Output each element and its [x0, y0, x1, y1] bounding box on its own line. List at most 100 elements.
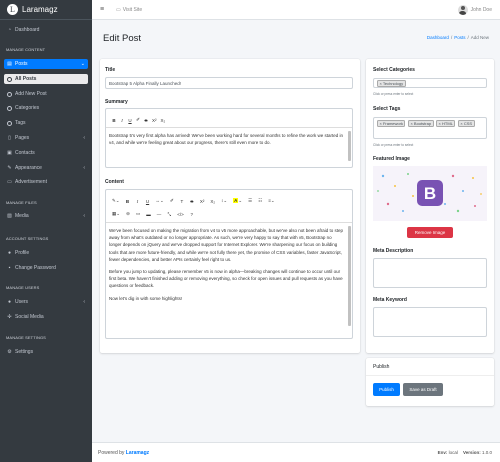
breadcrumb-dashboard[interactable]: Dashboard	[427, 35, 449, 40]
tag-item[interactable]: × HTML	[436, 120, 456, 127]
avatar	[457, 4, 468, 15]
font-family-icon[interactable]: ↔⌄	[156, 198, 164, 204]
footer: Powered by Laramagz Env: local Version: …	[92, 442, 500, 462]
featured-image-label: Featured Image	[373, 156, 410, 162]
summary-text[interactable]: Bootstrap 5's very first alpha has arriv…	[109, 132, 345, 146]
content-label: Content	[105, 179, 124, 185]
image-icon[interactable]: ▭	[136, 211, 140, 217]
menu-toggle-icon[interactable]: ≡	[100, 6, 104, 13]
subscript-icon[interactable]: X₂	[210, 199, 215, 204]
brand-link[interactable]: L Laramagz	[0, 0, 92, 20]
sidebar-item-dashboard[interactable]: ◔ Dashboard	[4, 25, 88, 35]
footer-brand-link[interactable]: Laramagz	[126, 450, 149, 456]
underline-icon[interactable]: U	[146, 199, 150, 204]
tag-item[interactable]: × Framework	[377, 120, 406, 127]
sidebar-item-appearance[interactable]: ✎ Appearance ‹	[4, 163, 88, 173]
breadcrumb: Dashboard / Posts / Add New	[426, 35, 489, 40]
summary-toolbar: B I U ✐ S X² X₂	[112, 117, 165, 123]
summary-editor: B I U ✐ S X² X₂ Bootstrap 5's very first…	[105, 108, 353, 168]
categories-select[interactable]: × Technology	[373, 78, 487, 88]
link-icon[interactable]: ⊖	[126, 211, 130, 217]
sidebar-item-add-new-post[interactable]: Add New Post	[4, 89, 88, 99]
italic-icon[interactable]: I	[120, 118, 124, 123]
fullscreen-icon[interactable]: ⤡	[167, 212, 171, 217]
paint-icon: ✎	[7, 165, 12, 171]
italic-icon[interactable]: I	[136, 199, 140, 204]
breadcrumb-posts[interactable]: Posts	[454, 35, 465, 40]
category-tag[interactable]: × Technology	[377, 79, 406, 87]
categories-label: Select Categories	[373, 67, 415, 73]
superscript-icon[interactable]: X²	[200, 199, 205, 204]
subscript-icon[interactable]: X₂	[161, 118, 166, 123]
sidebar-item-posts[interactable]: ▤ Posts ⌄	[4, 59, 88, 69]
video-icon[interactable]: ▬	[146, 212, 151, 217]
footer-powered: Powered by Laramagz	[98, 449, 150, 456]
font-color-icon[interactable]: A⌄	[233, 198, 242, 204]
save-draft-button[interactable]: Save as Draft	[403, 383, 443, 396]
eraser-icon[interactable]: ✐	[170, 198, 174, 204]
line-height-icon[interactable]: ↕⌄	[221, 198, 227, 204]
publish-button[interactable]: Publish	[373, 383, 400, 396]
tag-item[interactable]: × CSS	[457, 120, 475, 127]
table-icon[interactable]: ▦⌄	[112, 211, 120, 217]
eraser-icon[interactable]: ✐	[136, 117, 140, 123]
circle-icon	[7, 105, 12, 111]
tag-item[interactable]: × Bootstrap	[407, 120, 434, 127]
code-view-icon[interactable]: </>	[177, 212, 184, 217]
sidebar-item-all-posts[interactable]: All Posts	[4, 74, 88, 84]
bold-icon[interactable]: B	[112, 118, 116, 123]
media-icon: ▨	[7, 213, 12, 219]
chevron-left-icon: ‹	[83, 165, 85, 171]
sidebar-item-change-password[interactable]: ▪ Change Password	[4, 263, 88, 273]
sidebar-item-social-media[interactable]: ✣ Social Media	[4, 312, 88, 322]
page-title: Edit Post	[103, 33, 142, 44]
strikethrough-icon[interactable]: S	[144, 118, 148, 123]
tags-help: Click or press enter to select	[373, 143, 414, 147]
bootstrap-logo-image: B	[377, 173, 482, 213]
lock-icon: ▪	[8, 265, 11, 271]
chevron-down-icon: ⌄	[80, 61, 85, 67]
sidebar-item-advertisement[interactable]: ▭ Advertisement	[4, 177, 88, 187]
strikethrough-icon[interactable]: S	[190, 199, 194, 204]
sidebar-item-categories[interactable]: Categories	[4, 103, 88, 113]
publish-title: Publish	[373, 364, 390, 370]
pages-icon: ▯	[8, 135, 11, 141]
sidebar-item-users[interactable]: ● Users ‹	[4, 297, 88, 307]
sidebar-item-pages[interactable]: ▯ Pages ‹	[4, 133, 88, 143]
bold-icon[interactable]: B	[126, 199, 130, 204]
dashboard-icon: ◔	[7, 27, 12, 33]
superscript-icon[interactable]: X²	[152, 118, 157, 123]
chevron-left-icon: ‹	[83, 213, 85, 219]
sidebar-item-tags[interactable]: Tags	[4, 118, 88, 128]
hr-icon[interactable]: —	[157, 212, 162, 217]
sidebar: L Laramagz ◔ Dashboard MANAGE CONTENT ▤ Po…	[0, 0, 92, 462]
sidebar-item-contacts[interactable]: ▣ Contacts	[4, 148, 88, 158]
chevron-left-icon: ‹	[83, 299, 85, 305]
sidebar-item-media[interactable]: ▨ Media ‹	[4, 211, 88, 221]
ordered-list-icon[interactable]: ☷	[258, 198, 262, 204]
circle-icon	[7, 120, 12, 126]
sidebar-header-manage-settings: MANAGE SETTINGS	[6, 335, 46, 340]
content-scrollbar[interactable]	[348, 226, 351, 326]
meta-keyword-textarea[interactable]	[373, 307, 487, 337]
visit-site-link[interactable]: ▭ Visit Site	[116, 7, 142, 13]
content-toolbar-row1: ✎⌄ B I U ↔⌄ ✐ T S X² X₂ ↕⌄ A⌄ ☰ ☷ ≡⌄	[112, 198, 275, 204]
sidebar-item-profile[interactable]: ● Profile	[4, 248, 88, 258]
title-input[interactable]: Bootstrap 5 Alpha Finally Launched!	[105, 77, 353, 89]
summary-scrollbar[interactable]	[348, 131, 351, 161]
underline-icon[interactable]: U	[128, 118, 132, 123]
font-size-icon[interactable]: T	[180, 199, 184, 204]
sidebar-item-settings[interactable]: ⚙ Settings	[4, 347, 88, 357]
align-icon[interactable]: ≡⌄	[268, 198, 274, 204]
monitor-icon: ▭	[116, 6, 121, 13]
content-text[interactable]: We've been focused on making the migrati…	[109, 227, 345, 307]
remove-image-button[interactable]: Remove Image	[407, 227, 453, 238]
tags-select[interactable]: × Framework × Bootstrap × HTML × CSS	[373, 117, 487, 139]
meta-description-textarea[interactable]	[373, 258, 487, 288]
sidebar-header-manage-files: MANAGE FILES	[6, 200, 37, 205]
users-icon: ●	[7, 299, 12, 305]
user-menu[interactable]: John Doe	[457, 4, 492, 15]
unordered-list-icon[interactable]: ☰	[248, 198, 252, 204]
help-icon[interactable]: ?	[190, 212, 194, 217]
magic-icon[interactable]: ✎⌄	[112, 198, 120, 204]
